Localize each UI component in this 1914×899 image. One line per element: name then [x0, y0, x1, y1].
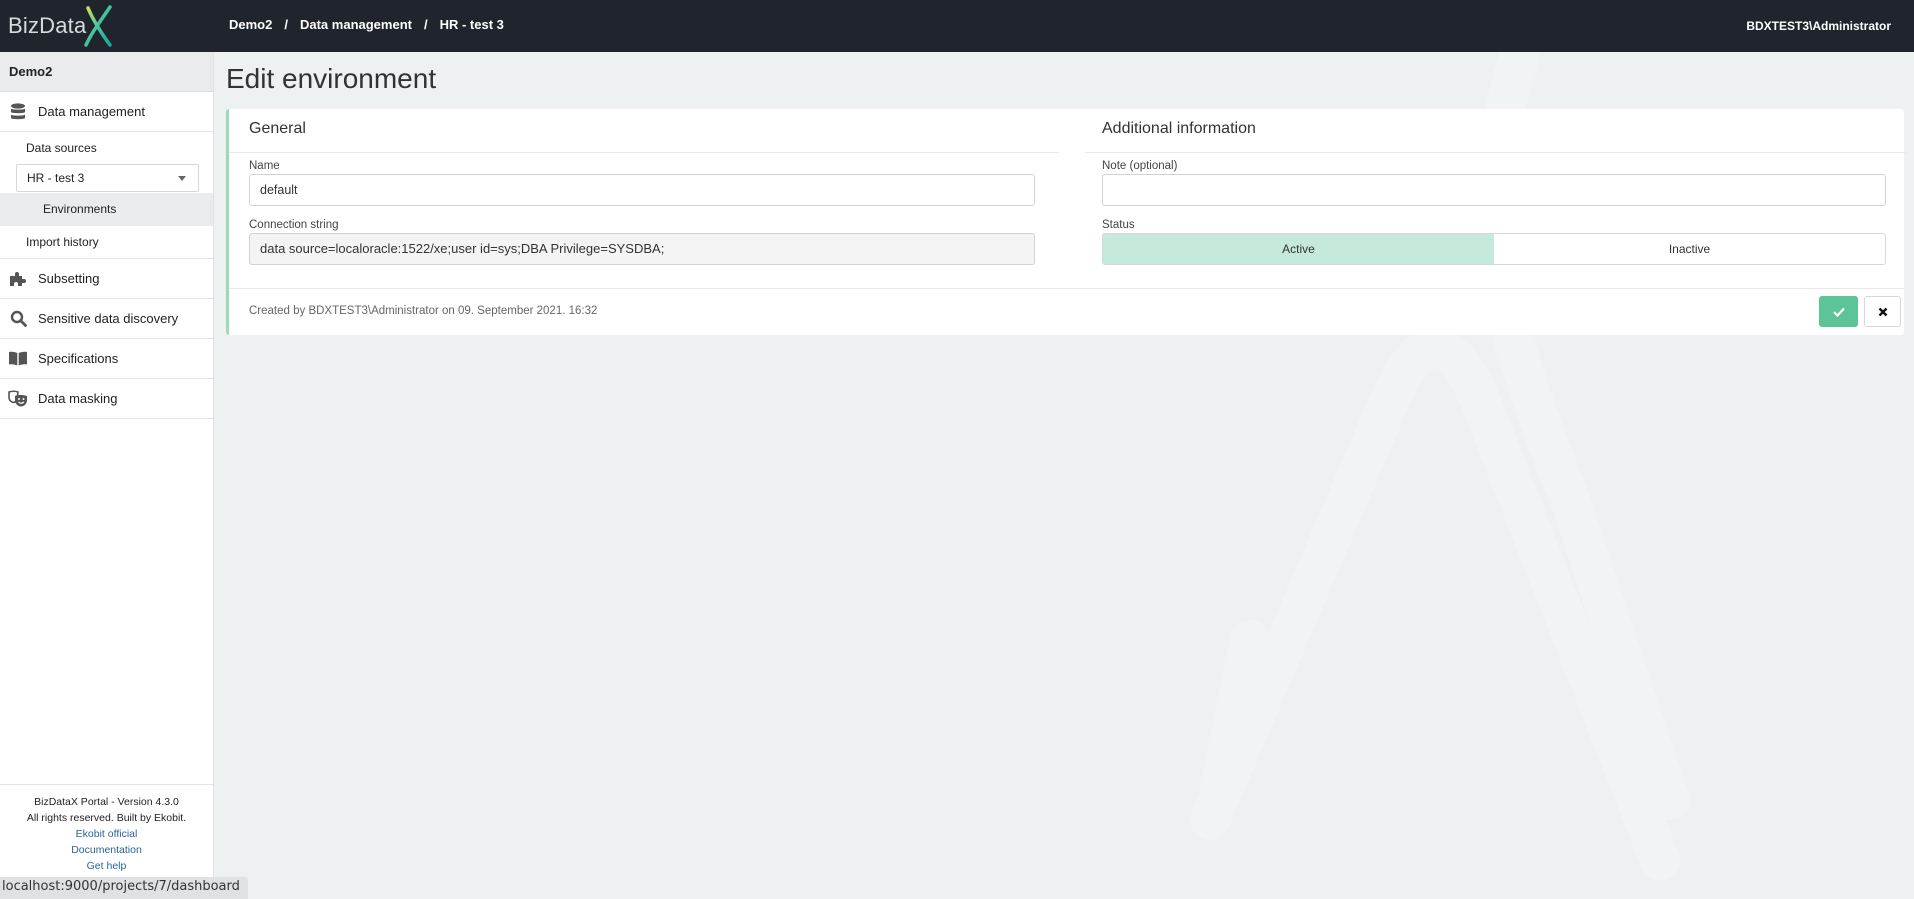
- logo-x-icon: [84, 5, 113, 47]
- cancel-button[interactable]: [1864, 296, 1901, 327]
- masks-icon: [7, 389, 29, 409]
- top-navigation-bar: BizData Demo2 / Data management / HR - t…: [0, 0, 1914, 52]
- browser-status-url: localhost:9000/projects/7/dashboard: [0, 877, 248, 899]
- sidebar-item-label: Sensitive data discovery: [38, 311, 179, 326]
- sidebar-item-label: Specifications: [38, 351, 119, 366]
- sidebar-project-name[interactable]: Demo2: [0, 52, 213, 92]
- user-menu[interactable]: BDXTEST3\Administrator: [1746, 19, 1891, 33]
- note-input[interactable]: [1102, 174, 1886, 206]
- sidebar-item-label: Data management: [38, 104, 145, 119]
- save-button[interactable]: [1819, 296, 1858, 327]
- sidebar-item-subsetting[interactable]: Subsetting: [0, 259, 213, 299]
- breadcrumb-data-management[interactable]: Data management: [300, 17, 412, 32]
- sidebar-sub-import-history[interactable]: Import history: [0, 226, 213, 259]
- data-source-select[interactable]: HR - test 3: [16, 164, 199, 192]
- version-text: BizDataX Portal - Version 4.3.0: [34, 796, 179, 808]
- general-section: General Name default Connection string d…: [229, 109, 1059, 265]
- sidebar-item-data-management[interactable]: Data management: [0, 92, 213, 132]
- general-heading: General: [229, 109, 1059, 153]
- breadcrumb-separator: /: [284, 17, 288, 32]
- puzzle-icon: [7, 269, 29, 289]
- status-option-active[interactable]: Active: [1103, 234, 1494, 264]
- book-icon: [7, 349, 29, 369]
- name-input[interactable]: default: [249, 174, 1035, 206]
- form-footer: Created by BDXTEST3\Administrator on 09.…: [229, 288, 1904, 335]
- breadcrumb-data-source[interactable]: HR - test 3: [440, 17, 504, 32]
- sidebar-item-label: Data masking: [38, 391, 118, 406]
- breadcrumb: Demo2 / Data management / HR - test 3: [229, 17, 504, 32]
- chevron-down-icon: [178, 176, 186, 181]
- ekobit-official-link[interactable]: Ekobit official: [0, 826, 213, 842]
- sidebar-item-label: Subsetting: [38, 271, 100, 286]
- additional-information-section: Additional information Note (optional) S…: [1085, 109, 1907, 265]
- bizdatax-logo[interactable]: BizData: [8, 4, 114, 48]
- breadcrumb-separator: /: [423, 17, 428, 32]
- search-icon: [7, 309, 29, 329]
- database-icon: [7, 102, 29, 122]
- sidebar-sub-environments[interactable]: Environments: [0, 193, 213, 226]
- status-label: Status: [1102, 219, 1135, 231]
- sidebar-item-sensitive-data-discovery[interactable]: Sensitive data discovery: [0, 299, 213, 339]
- sidebar-item-data-masking[interactable]: Data masking: [0, 379, 213, 419]
- close-icon: [1878, 307, 1887, 316]
- check-icon: [1832, 307, 1845, 317]
- created-by-text: Created by BDXTEST3\Administrator on 09.…: [249, 305, 598, 317]
- page-title: Edit environment: [226, 63, 437, 94]
- name-label: Name: [249, 160, 280, 172]
- get-help-link[interactable]: Get help: [0, 858, 213, 874]
- connection-string-label: Connection string: [249, 219, 339, 231]
- rights-text: All rights reserved. Built by Ekobit.: [26, 812, 187, 824]
- edit-environment-form: General Name default Connection string d…: [226, 109, 1907, 335]
- status-option-inactive[interactable]: Inactive: [1494, 234, 1885, 264]
- additional-information-heading: Additional information: [1085, 109, 1907, 153]
- sidebar-sub-data-sources[interactable]: Data sources: [0, 132, 213, 164]
- logo-text: BizData: [8, 13, 87, 38]
- status-toggle: Active Inactive: [1102, 233, 1886, 265]
- connection-string-input[interactable]: data source=localoracle:1522/xe;user id=…: [249, 233, 1035, 265]
- documentation-link[interactable]: Documentation: [0, 842, 213, 858]
- sidebar-item-specifications[interactable]: Specifications: [0, 339, 213, 379]
- note-label: Note (optional): [1102, 160, 1178, 172]
- data-source-selected-value: HR - test 3: [27, 171, 85, 185]
- breadcrumb-project[interactable]: Demo2: [229, 17, 272, 32]
- sidebar: Demo2 Data management Data sources HR - …: [0, 52, 214, 899]
